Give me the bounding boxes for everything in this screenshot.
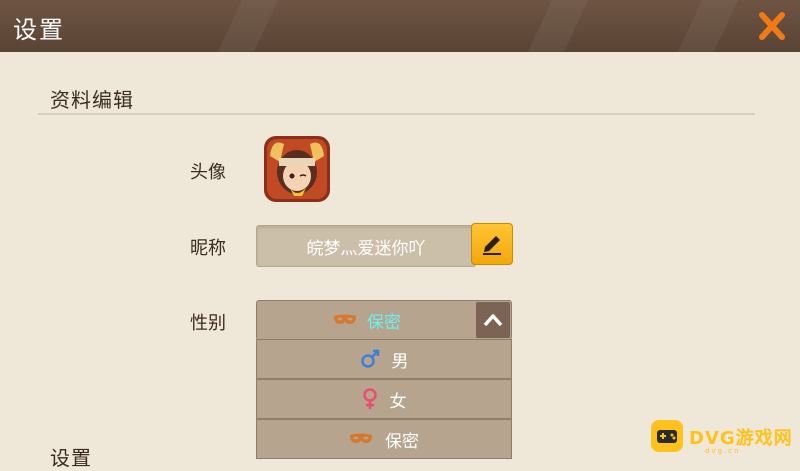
mask-icon [334,314,356,324]
chevron-up-icon [483,314,503,327]
close-icon [759,12,785,40]
settings-section-title: 设置 [50,446,92,470]
gender-selected-value: 保密 [367,312,401,333]
gender-option-label: 保密 [385,431,419,452]
gender-current: 保密 [257,301,477,339]
avatar-label: 头像 [190,162,226,183]
gender-option-label: 男 [391,351,409,372]
male-icon [360,349,379,368]
nickname-label: 昵称 [190,238,226,259]
nickname-field[interactable]: 皖梦灬爱迷你吖 [256,225,476,267]
gender-option-female[interactable]: 女 [256,379,512,419]
gender-dropdown-toggle[interactable] [476,302,510,338]
gender-label: 性别 [190,313,226,334]
window-title: 设置 [13,16,65,44]
avatar-icon [264,136,330,202]
watermark: DVG游戏网 dvg.cn [645,416,795,456]
gender-option-secret[interactable]: 保密 [256,419,512,459]
title-bar: 设置 [0,0,800,52]
profile-section-title: 资料编辑 [50,88,134,112]
female-icon [362,388,377,409]
gender-select[interactable]: 保密 [256,300,512,340]
section-divider [38,113,755,115]
pencil-icon [483,236,501,255]
gamepad-icon [651,420,683,452]
avatar[interactable] [262,134,332,204]
watermark-subtext: dvg.cn [705,447,741,455]
edit-nickname-button[interactable] [471,223,513,265]
gender-option-label: 女 [389,391,407,412]
nickname-value: 皖梦灬爱迷你吖 [306,239,426,259]
gender-option-male[interactable]: 男 [256,339,512,379]
close-button[interactable] [752,8,792,44]
mask-icon [350,433,372,443]
